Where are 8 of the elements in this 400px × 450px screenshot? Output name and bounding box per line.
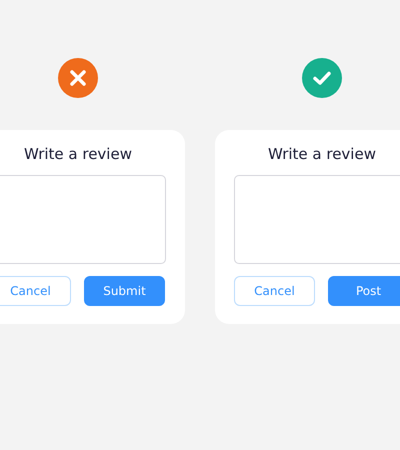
cancel-button[interactable]: Cancel	[0, 276, 71, 306]
review-field[interactable]	[234, 175, 400, 264]
submit-button[interactable]: Submit	[84, 276, 165, 306]
card-title: Write a review	[23, 144, 133, 164]
cancel-button[interactable]: Cancel	[234, 276, 315, 306]
submit-button[interactable]: Post	[328, 276, 400, 306]
review-field[interactable]	[0, 175, 166, 264]
card-title: Write a review	[267, 144, 377, 164]
